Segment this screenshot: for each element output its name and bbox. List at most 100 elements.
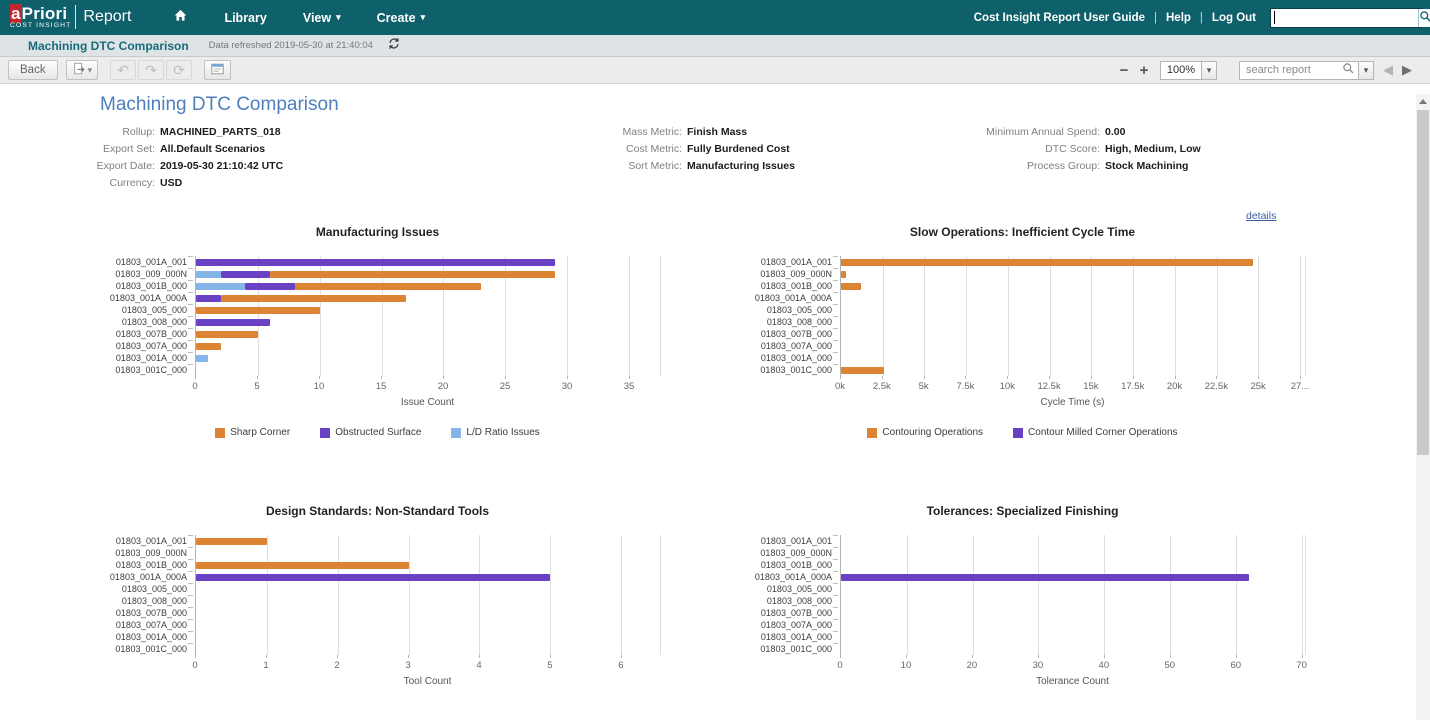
undo-button[interactable]: ↶	[110, 60, 136, 80]
bar-segment[interactable]	[196, 538, 267, 545]
bar-segment[interactable]	[196, 331, 258, 338]
x-tick-label: 5k	[919, 381, 929, 392]
aprori-logo[interactable]: aPriori COST INSIGHT Report	[10, 5, 131, 30]
chart-manufacturing-issues: Manufacturing Issues01803_001A_00101803_…	[95, 225, 715, 438]
tab-machining-dtc-comparison[interactable]: Machining DTC Comparison	[28, 39, 189, 53]
bar-segment[interactable]	[196, 283, 245, 290]
legend-label: Obstructed Surface	[335, 427, 421, 438]
bar-segment[interactable]	[221, 271, 270, 278]
y-axis-label: 01803_001A_000A	[740, 571, 840, 583]
bar-segment[interactable]	[196, 271, 221, 278]
y-axis-label: 01803_007B_000	[740, 607, 840, 619]
x-tick-mark	[621, 655, 622, 658]
top-navbar: aPriori COST INSIGHT Report Library View…	[0, 0, 1430, 35]
redo-button[interactable]: ↷	[138, 60, 164, 80]
vertical-scrollbar[interactable]	[1416, 94, 1430, 720]
bar-segment[interactable]	[841, 367, 884, 374]
search-options-dropdown[interactable]: ▾	[1358, 62, 1373, 79]
bar-segment[interactable]	[295, 283, 481, 290]
bar-row	[196, 559, 660, 571]
x-tick-label: 1	[263, 660, 268, 671]
chevron-down-icon: ▾	[421, 13, 426, 22]
user-guide-link[interactable]: Cost Insight Report User Guide	[974, 12, 1145, 24]
home-button[interactable]	[173, 8, 188, 28]
meta-label: Process Group:	[920, 158, 1100, 175]
bar-segment[interactable]	[196, 259, 555, 266]
nav-item-view[interactable]: View ▾	[303, 11, 341, 25]
bar-segment[interactable]	[196, 307, 320, 314]
toolbar-right: − + 100% ▾ ▾ ◀ ▶	[1114, 61, 1412, 80]
bar-row	[196, 304, 660, 316]
bar-segment[interactable]	[196, 574, 550, 581]
nav-item-create[interactable]: Create ▾	[377, 11, 425, 25]
chevron-down-icon: ▾	[88, 66, 93, 75]
x-tick-label: 20	[967, 660, 978, 671]
bar-segment[interactable]	[196, 355, 208, 362]
nav-item-library[interactable]: Library	[224, 11, 266, 25]
toggle-panel-button[interactable]	[204, 60, 231, 80]
panel-icon	[210, 62, 225, 79]
details-link[interactable]: details	[1246, 210, 1276, 222]
y-axis-label: 01803_001B_000	[740, 559, 840, 571]
bar-row	[196, 583, 660, 595]
bar-segment[interactable]	[841, 283, 861, 290]
bar-segment[interactable]	[196, 295, 221, 302]
search-icon	[1342, 62, 1355, 78]
bar-segment[interactable]	[841, 271, 846, 278]
x-tick-label: 25	[500, 381, 511, 392]
legend-label: Contouring Operations	[882, 427, 983, 438]
chevron-down-icon: ▾	[1364, 66, 1369, 75]
chart-plot-area: 01803_001A_00101803_009_000N01803_001B_0…	[95, 535, 715, 655]
bar-row	[841, 607, 1305, 619]
x-tick-label: 0k	[835, 381, 845, 392]
scrollbar-up-button[interactable]	[1416, 94, 1430, 109]
refresh-data-button[interactable]	[387, 37, 401, 55]
x-tick-label: 30	[1033, 660, 1044, 671]
meta-label: Mass Metric:	[530, 124, 682, 141]
undo-redo-group: ↶ ↷ ⟳	[108, 60, 192, 80]
global-search-input[interactable]	[1275, 10, 1418, 26]
bar-segment[interactable]	[196, 343, 221, 350]
bar-segment[interactable]	[841, 259, 1253, 266]
report-search-button[interactable]	[1338, 62, 1358, 79]
help-link[interactable]: Help	[1166, 12, 1191, 24]
y-axis-label: 01803_001B_000	[95, 280, 195, 292]
chart-slow-operations-cycle-time: Slow Operations: Inefficient Cycle Time0…	[740, 225, 1360, 438]
export-button[interactable]: ▾	[66, 60, 99, 80]
x-tick-mark	[1302, 655, 1303, 658]
export-icon	[72, 62, 86, 79]
back-button[interactable]: Back	[8, 60, 58, 80]
x-tick-label: 7.5k	[956, 381, 974, 392]
reload-button[interactable]: ⟳	[166, 60, 192, 80]
legend-swatch	[451, 428, 461, 438]
bar-segment[interactable]	[270, 271, 555, 278]
bar-row	[196, 607, 660, 619]
x-tick-label: 0	[837, 660, 842, 671]
logout-link[interactable]: Log Out	[1212, 12, 1256, 24]
x-tick-mark	[550, 655, 551, 658]
next-page-button[interactable]: ▶	[1402, 62, 1412, 78]
bar-segment[interactable]	[196, 562, 409, 569]
x-tick-label: 0	[192, 660, 197, 671]
y-axis-label: 01803_001A_000	[740, 631, 840, 643]
x-tick-label: 5	[547, 660, 552, 671]
previous-page-button[interactable]: ◀	[1383, 62, 1393, 78]
report-search-input[interactable]	[1240, 62, 1338, 79]
bar-segment[interactable]	[221, 295, 407, 302]
bar-segment[interactable]	[196, 319, 270, 326]
y-axis-label: 01803_005_000	[740, 304, 840, 316]
chart-plot-area: 01803_001A_00101803_009_000N01803_001B_0…	[95, 256, 715, 376]
x-tick-mark	[840, 376, 841, 379]
x-tick-mark	[567, 376, 568, 379]
y-axis-label: 01803_001A_001	[740, 535, 840, 547]
bar-segment[interactable]	[841, 574, 1249, 581]
scrollbar-thumb[interactable]	[1417, 110, 1429, 455]
x-tick-label: 4	[476, 660, 481, 671]
zoom-out-button[interactable]: −	[1114, 62, 1134, 79]
global-search-button[interactable]	[1418, 9, 1430, 27]
zoom-level-select[interactable]: 100% ▾	[1160, 61, 1217, 80]
bar-row	[196, 292, 660, 304]
bar-segment[interactable]	[245, 283, 294, 290]
zoom-in-button[interactable]: +	[1134, 62, 1154, 79]
bar-row	[841, 316, 1305, 328]
